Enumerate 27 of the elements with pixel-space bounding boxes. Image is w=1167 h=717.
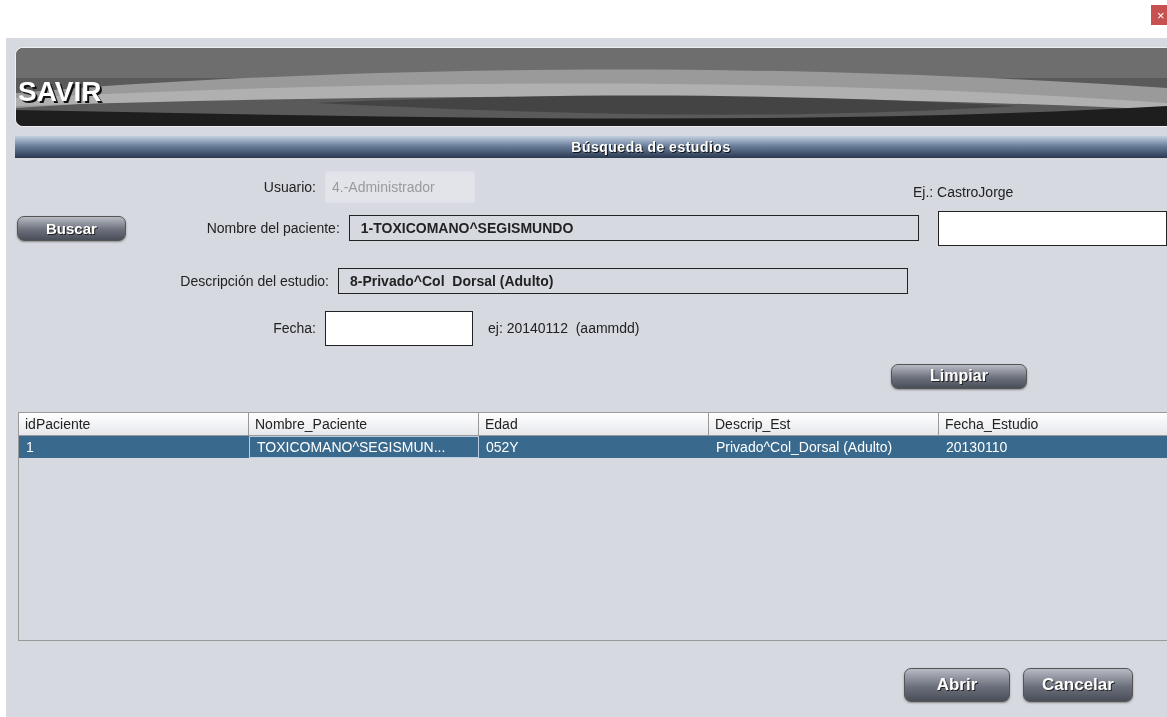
column-header[interactable]: idPaciente	[19, 413, 249, 436]
table-cell-text: 20130110	[945, 438, 1009, 457]
column-header[interactable]: Descrip_Est	[709, 413, 939, 436]
field-label: Usuario:	[262, 179, 317, 195]
close-button[interactable]: ×	[1151, 5, 1167, 25]
date-field[interactable]	[325, 310, 473, 346]
input-field[interactable]	[937, 210, 1167, 246]
search-button[interactable]: Buscar	[17, 215, 126, 241]
table-cell-text: Privado^Col_Dorsal (Adulto)	[715, 438, 894, 457]
field-label: Fecha:	[272, 320, 317, 336]
table-cell-text: 052Y	[485, 438, 520, 457]
table-row[interactable]: 1 TOXICOMANO^SEGISMUN... 052Y Privado^Col_Dorsal (Adulto) 20130110	[19, 436, 1167, 458]
patient-name-field[interactable]: 1-TOXICOMANO^SEGISMUNDO	[348, 215, 919, 241]
table-cell: TOXICOMANO^SEGISMUN...	[249, 436, 479, 458]
table-cell-text: 1	[25, 438, 35, 457]
field-label: Nombre del paciente:	[205, 220, 341, 236]
open-button[interactable]: Abrir	[904, 668, 1010, 702]
field-label: Descripción del estudio:	[179, 273, 330, 289]
column-header[interactable]: Fecha_Estudio	[939, 413, 1167, 436]
column-header[interactable]: Edad	[479, 413, 709, 436]
clear-button[interactable]: Limpiar	[891, 363, 1027, 389]
cancel-button[interactable]: Cancelar	[1023, 668, 1133, 702]
date-hint: ej: 20140112 (aammdd)	[488, 320, 640, 336]
column-header[interactable]: Nombre_Paciente	[249, 413, 479, 436]
example-text: Ej.: CastroJorge	[913, 184, 1015, 200]
study-description-field[interactable]: 8-Privado^Col Dorsal (Adulto)	[338, 268, 908, 294]
section-header: Búsqueda de estudios	[15, 136, 1167, 158]
